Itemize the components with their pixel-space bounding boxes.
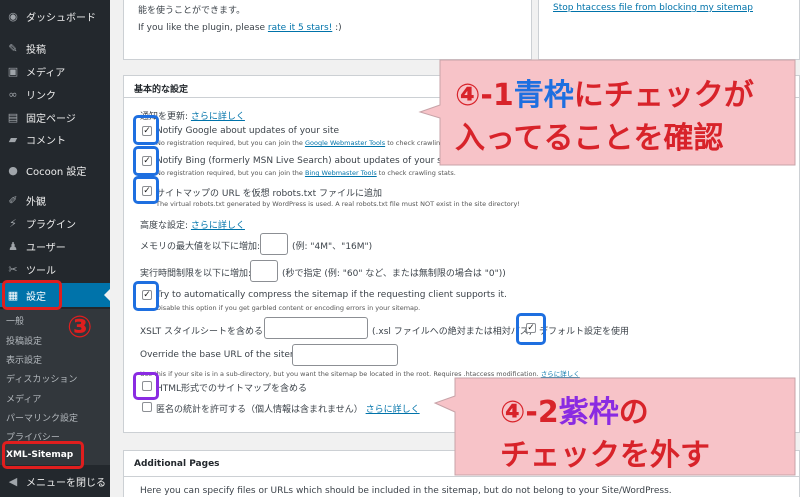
callout1-step: ④-1 bbox=[455, 78, 514, 113]
blue-frame-google bbox=[133, 115, 159, 145]
purple-frame-html-sitemap bbox=[133, 372, 159, 400]
red-frame-settings bbox=[2, 280, 62, 310]
red-frame-xml-sitemap bbox=[2, 441, 84, 469]
callout1-rest: にチェックが bbox=[573, 78, 754, 113]
blue-frame-bing bbox=[133, 146, 159, 176]
callout2-line2: チェックを外す bbox=[500, 438, 710, 473]
blue-frame-robots bbox=[133, 176, 159, 204]
callout1-line1: ④-1青枠にチェックが bbox=[455, 70, 754, 114]
blue-frame-compress bbox=[133, 281, 159, 311]
callout2-step: ④-2 bbox=[500, 395, 559, 430]
callout1-blue-word: 青枠 bbox=[513, 78, 574, 113]
callout2-line1: ④-2紫枠の bbox=[500, 387, 649, 431]
callout2-rest: の bbox=[618, 395, 649, 430]
callout1-line2: 入ってることを確認 bbox=[455, 121, 724, 156]
blue-frame-xslt-default bbox=[516, 313, 546, 345]
callout2-purple-word: 紫枠 bbox=[558, 395, 619, 430]
step3-badge: ③ bbox=[67, 310, 93, 345]
